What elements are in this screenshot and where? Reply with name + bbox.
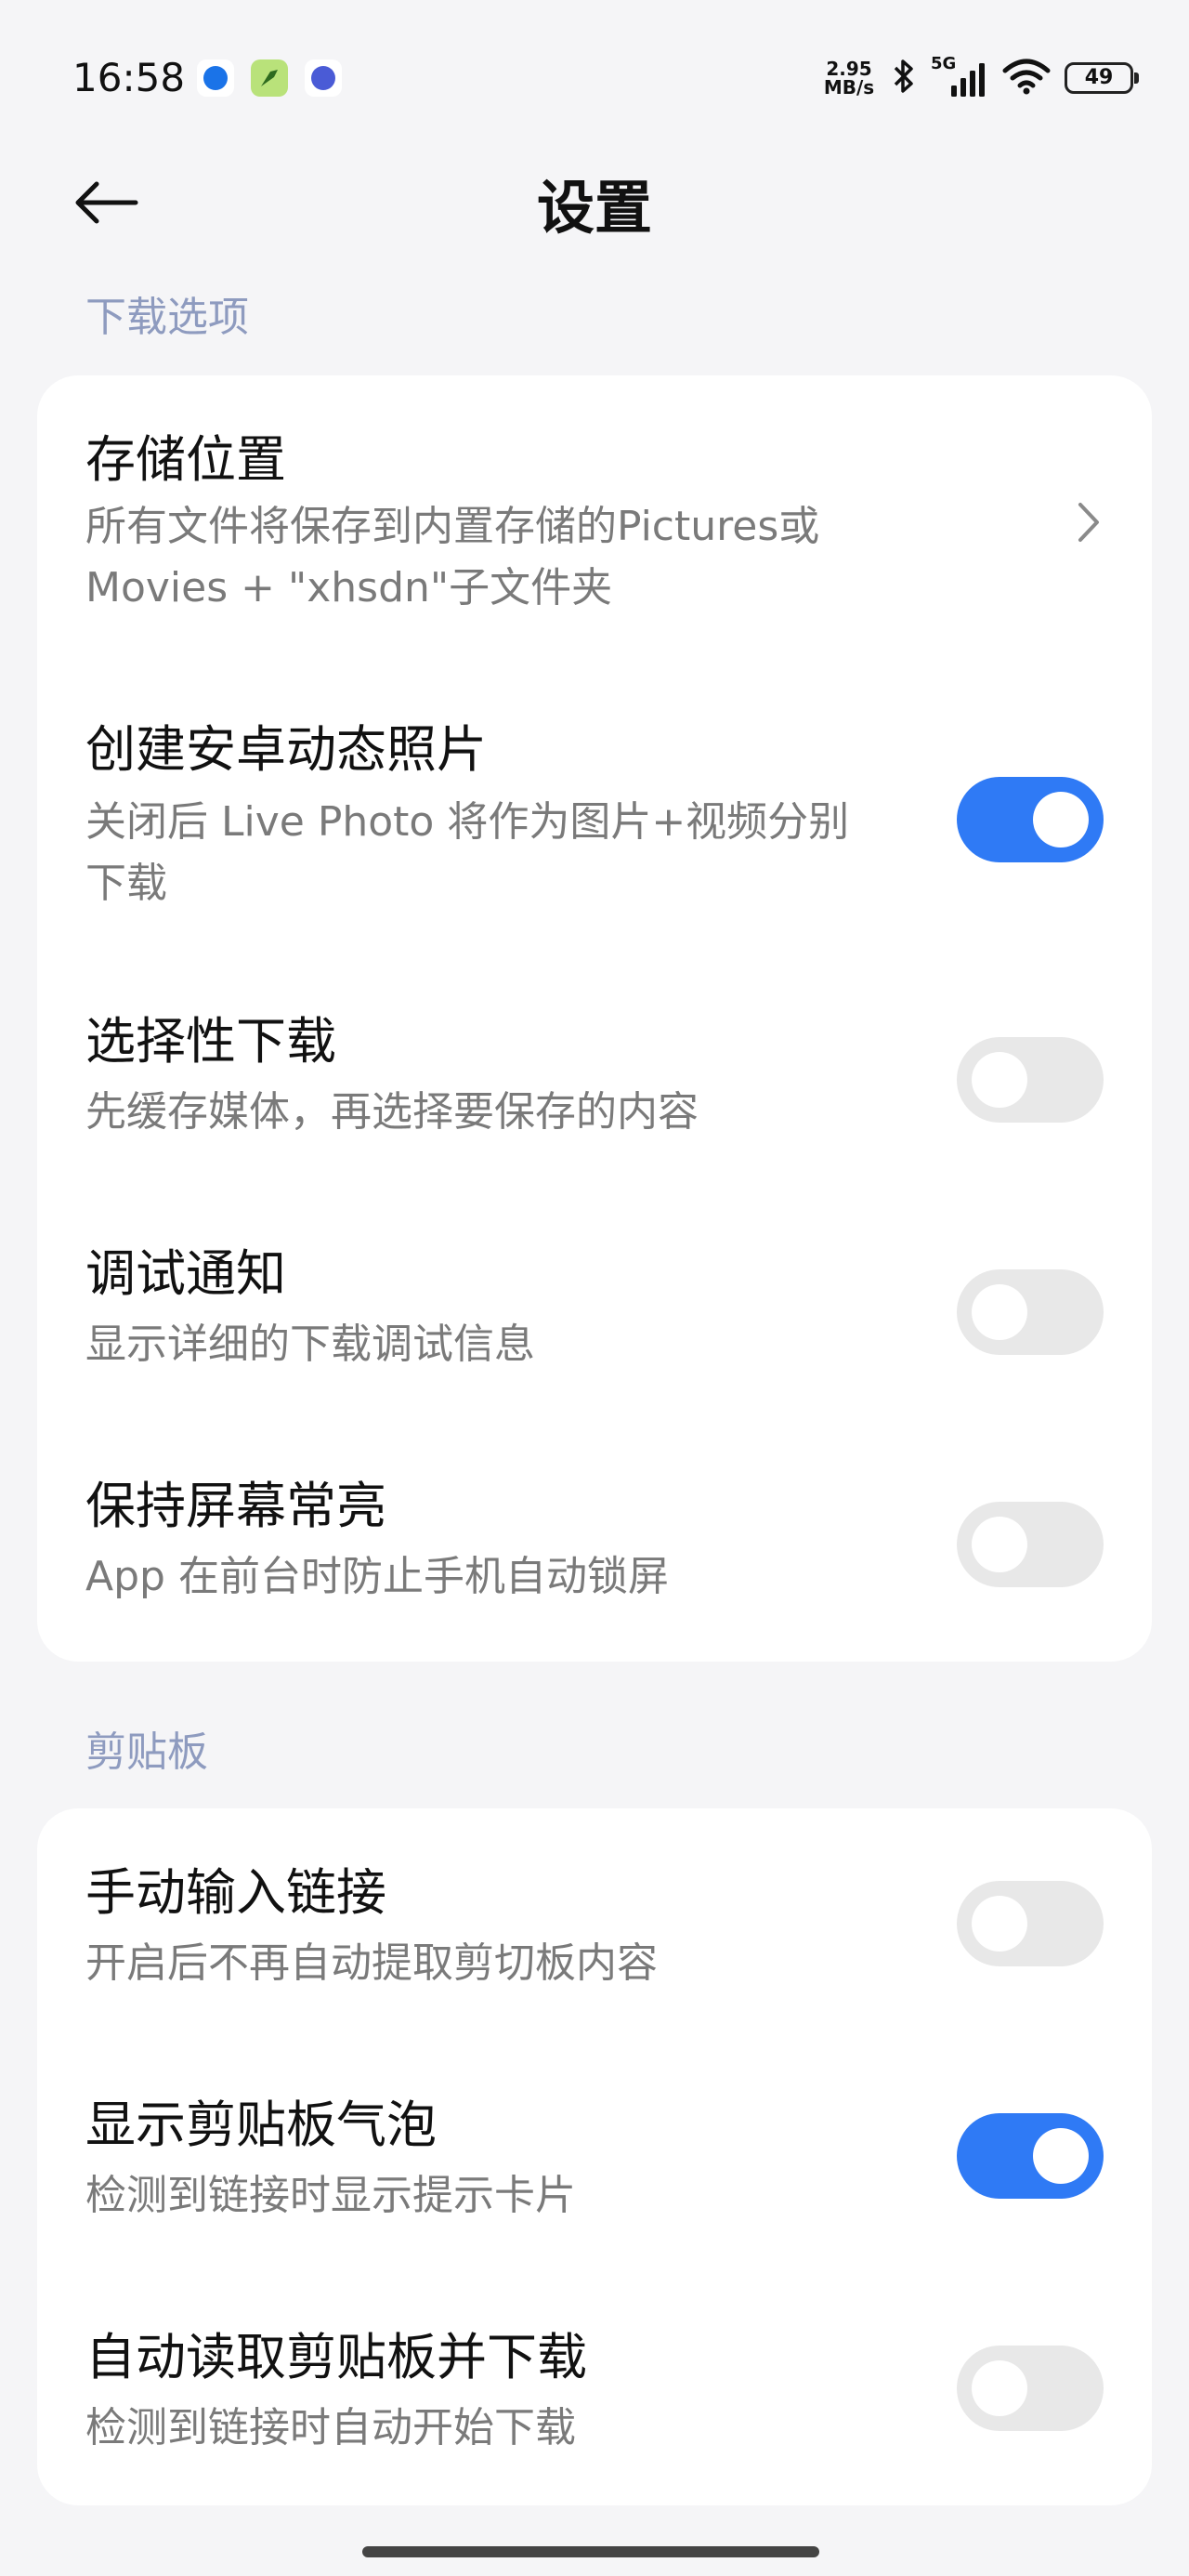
home-indicator[interactable] bbox=[362, 2546, 819, 2557]
network-speed-value: 2.95 bbox=[826, 58, 872, 80]
setting-subtitle: 所有文件将保存到内置存储的Pictures或 bbox=[85, 503, 820, 550]
toggle-live-photo[interactable] bbox=[957, 777, 1104, 862]
setting-row-storage-location[interactable]: 存储位置 所有文件将保存到内置存储的Pictures或 Movies + "xh… bbox=[37, 375, 1152, 654]
setting-subtitle: 下载 bbox=[85, 860, 167, 907]
section-label-download: 下载选项 bbox=[85, 294, 249, 341]
section-label-clipboard: 剪贴板 bbox=[85, 1728, 208, 1776]
bluetooth-icon bbox=[890, 58, 918, 99]
setting-title: 创建安卓动态照片 bbox=[85, 720, 487, 779]
network-speed-unit: MB/s bbox=[823, 76, 875, 99]
toggle-debug-notification[interactable] bbox=[957, 1269, 1104, 1355]
network-speed: 2.95 MB/s bbox=[821, 59, 877, 97]
toggle-auto-read-clipboard[interactable] bbox=[957, 2346, 1104, 2431]
setting-row-manual-link[interactable]: 手动输入链接 开启后不再自动提取剪切板内容 bbox=[37, 1808, 1152, 2041]
setting-title: 手动输入链接 bbox=[85, 1863, 386, 1922]
toggle-clipboard-bubble[interactable] bbox=[957, 2113, 1104, 2199]
toggle-manual-link[interactable] bbox=[957, 1881, 1104, 1966]
status-indicators: 2.95 MB/s 5G 49 bbox=[821, 52, 1139, 104]
setting-subtitle: 开启后不再自动提取剪切板内容 bbox=[85, 1939, 658, 1987]
battery-icon: 49 bbox=[1065, 62, 1139, 94]
status-bar: 16:58 2.95 MB/s 5G 49 bbox=[0, 0, 1189, 139]
setting-title: 调试通知 bbox=[85, 1244, 286, 1303]
toggle-selective-download[interactable] bbox=[957, 1037, 1104, 1123]
setting-title: 选择性下载 bbox=[85, 1012, 336, 1071]
setting-subtitle: 显示详细的下载调试信息 bbox=[85, 1321, 535, 1368]
app-notification-icon bbox=[305, 59, 342, 97]
app-notification-icon bbox=[197, 59, 234, 97]
setting-row-clipboard-bubble[interactable]: 显示剪贴板气泡 检测到链接时显示提示卡片 bbox=[37, 2041, 1152, 2273]
setting-title: 显示剪贴板气泡 bbox=[85, 2096, 437, 2154]
setting-subtitle: 检测到链接时显示提示卡片 bbox=[85, 2172, 576, 2219]
setting-subtitle: 先缓存媒体，再选择要保存的内容 bbox=[85, 1088, 699, 1136]
status-time: 16:58 bbox=[72, 55, 186, 100]
battery-level: 49 bbox=[1084, 66, 1114, 89]
setting-subtitle: 检测到链接时自动开始下载 bbox=[85, 2404, 576, 2451]
setting-subtitle: Movies + "xhsdn"子文件夹 bbox=[85, 564, 613, 611]
setting-title: 保持屏幕常亮 bbox=[85, 1477, 386, 1535]
setting-subtitle: 关闭后 Live Photo 将作为图片+视频分别 bbox=[85, 798, 850, 846]
setting-row-selective-download[interactable]: 选择性下载 先缓存媒体，再选择要保存的内容 bbox=[37, 952, 1152, 1184]
setting-row-live-photo[interactable]: 创建安卓动态照片 关闭后 Live Photo 将作为图片+视频分别 下载 bbox=[37, 654, 1152, 952]
page-title: 设置 bbox=[536, 174, 652, 242]
chevron-right-icon bbox=[1070, 494, 1107, 550]
setting-title: 自动读取剪贴板并下载 bbox=[85, 2328, 587, 2386]
clipboard-card: 手动输入链接 开启后不再自动提取剪切板内容 显示剪贴板气泡 检测到链接时显示提示… bbox=[37, 1808, 1152, 2505]
setting-row-keep-screen-on[interactable]: 保持屏幕常亮 App 在前台时防止手机自动锁屏 bbox=[37, 1416, 1152, 1662]
signal-bars-icon: 5G bbox=[931, 54, 988, 99]
setting-row-debug-notification[interactable]: 调试通知 显示详细的下载调试信息 bbox=[37, 1184, 1152, 1416]
setting-title: 存储位置 bbox=[85, 430, 286, 489]
header: 设置 bbox=[0, 139, 1189, 269]
wifi-icon bbox=[1001, 58, 1052, 99]
toggle-keep-screen-on[interactable] bbox=[957, 1502, 1104, 1587]
app-notification-icon bbox=[251, 59, 288, 97]
notification-icons bbox=[197, 59, 342, 97]
download-options-card: 存储位置 所有文件将保存到内置存储的Pictures或 Movies + "xh… bbox=[37, 375, 1152, 1662]
setting-subtitle: App 在前台时防止手机自动锁屏 bbox=[85, 1553, 669, 1600]
setting-row-auto-read-clipboard[interactable]: 自动读取剪贴板并下载 检测到链接时自动开始下载 bbox=[37, 2273, 1152, 2505]
